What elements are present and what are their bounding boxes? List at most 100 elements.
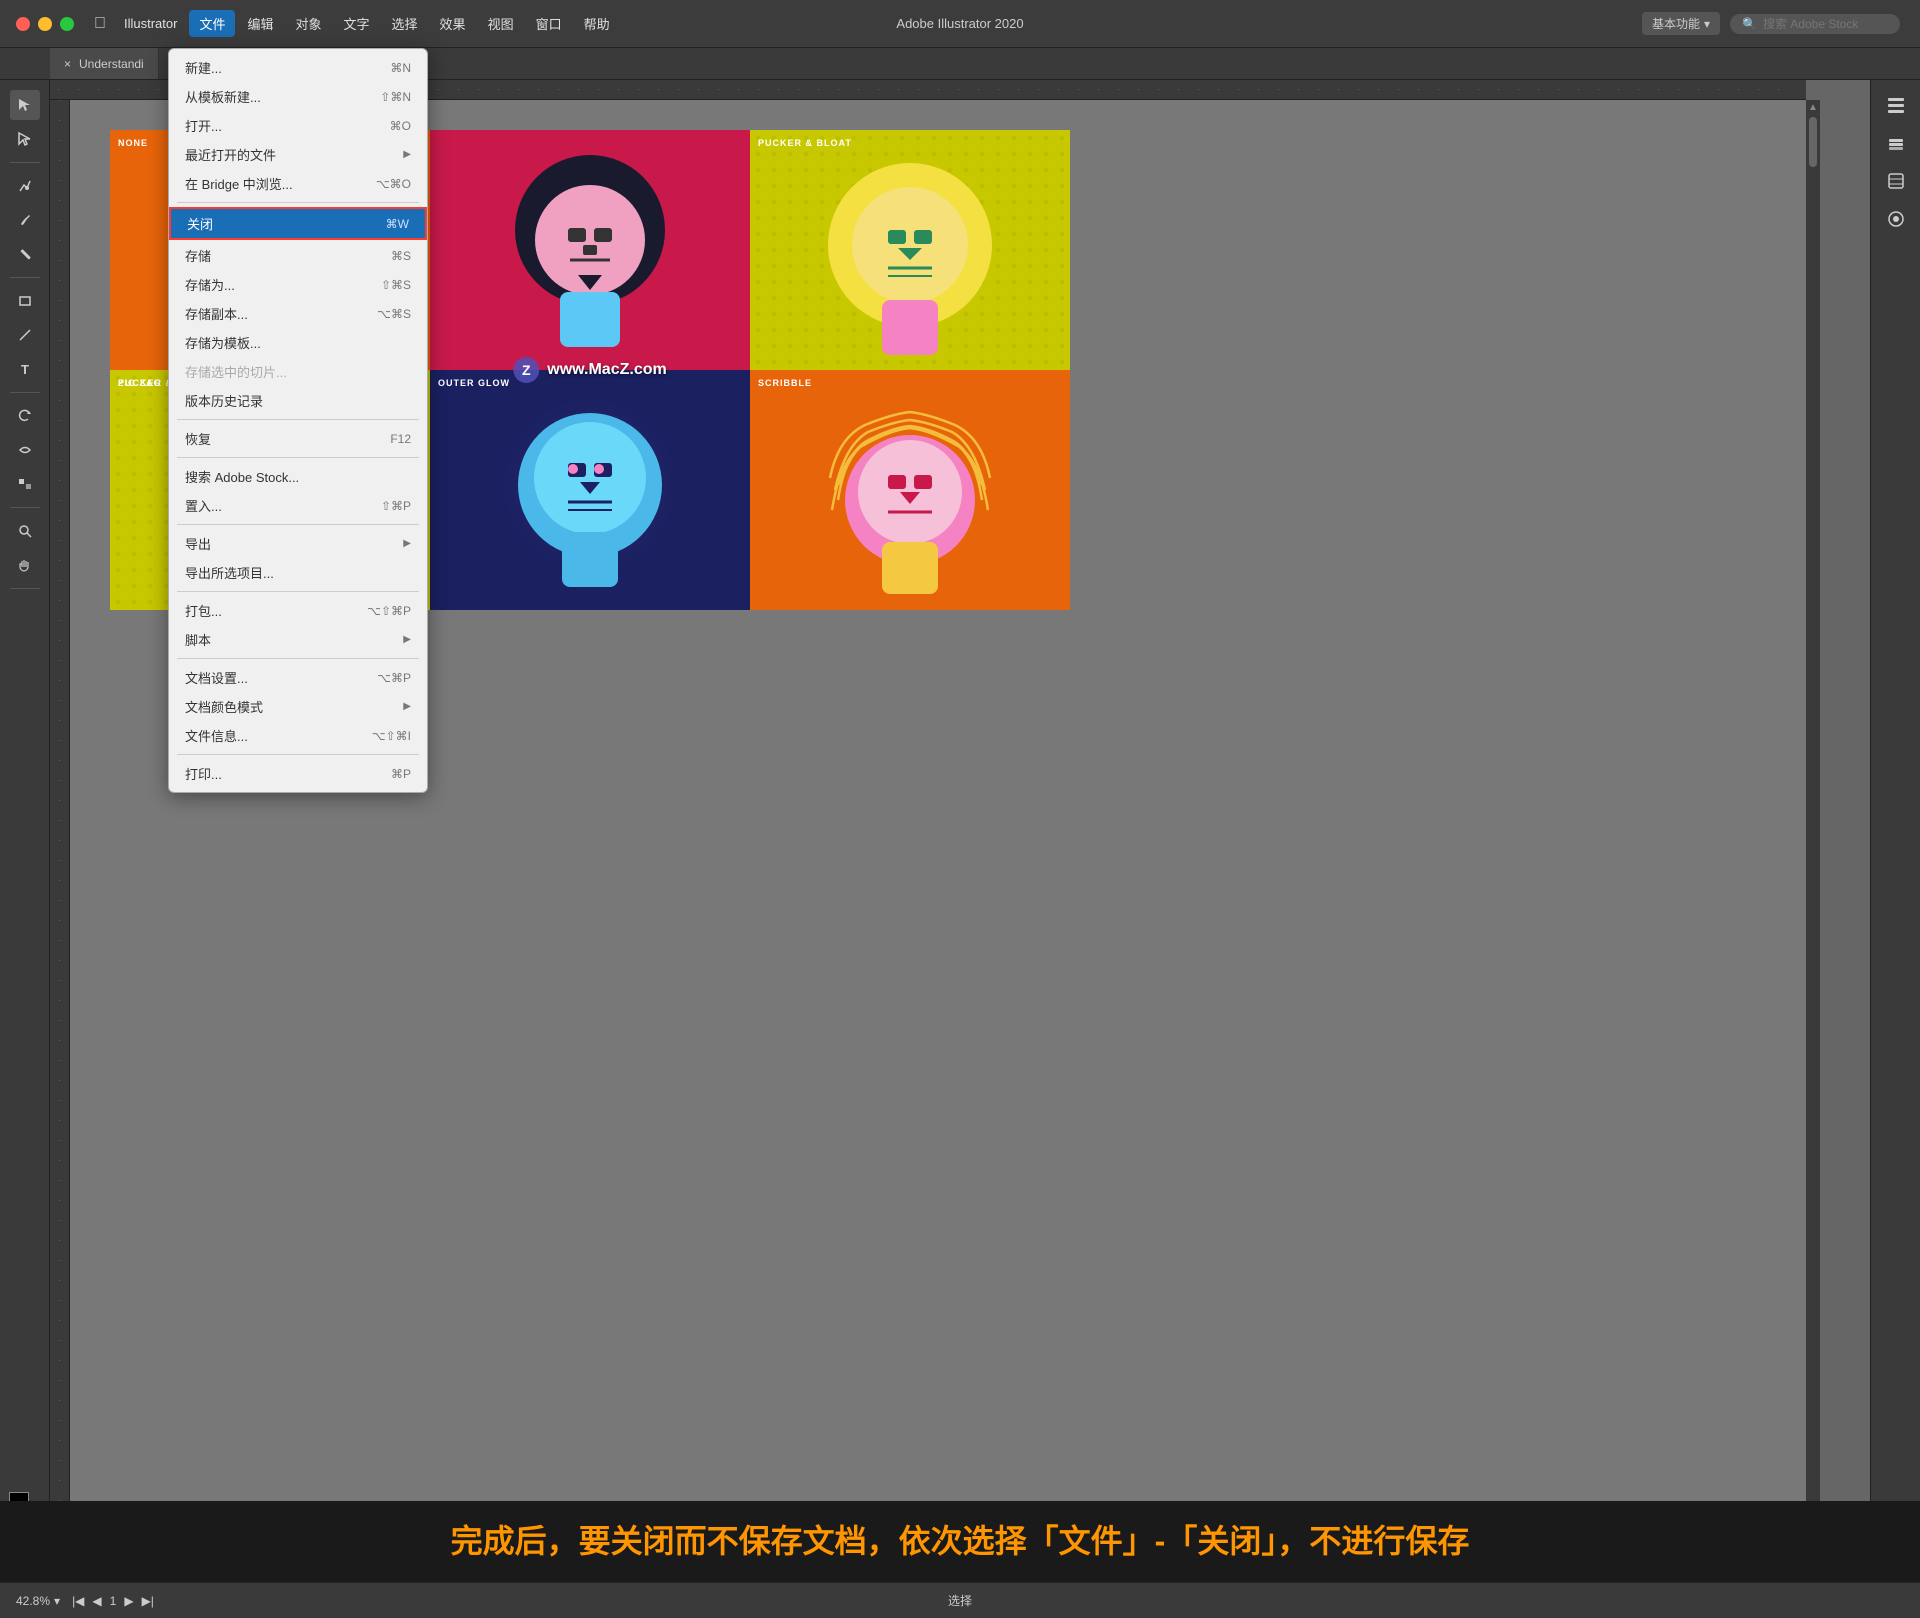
zoom-dropdown-icon[interactable]: ▾ bbox=[54, 1594, 60, 1608]
menu-file-info[interactable]: 文件信息... ⌥⇧⌘I bbox=[169, 721, 427, 750]
search-input[interactable] bbox=[1763, 17, 1883, 31]
separator-1 bbox=[177, 202, 419, 203]
warp-tool[interactable] bbox=[10, 435, 40, 465]
separator-3 bbox=[177, 457, 419, 458]
nav-prev-icon[interactable]: ◀ bbox=[92, 1594, 101, 1608]
menu-illustrator[interactable]: Illustrator bbox=[114, 12, 187, 35]
separator-6 bbox=[177, 658, 419, 659]
menu-effect[interactable]: 效果 bbox=[430, 10, 476, 37]
hand-tool[interactable] bbox=[10, 550, 40, 580]
menu-export-selected[interactable]: 导出所选项目... bbox=[169, 558, 427, 587]
menu-new-shortcut: ⌘N bbox=[390, 61, 411, 75]
menu-save-copy-shortcut: ⌥⌘S bbox=[377, 307, 411, 321]
search-icon: 🔍 bbox=[1742, 17, 1757, 31]
line-tool[interactable] bbox=[10, 320, 40, 350]
direct-select-tool[interactable] bbox=[10, 124, 40, 154]
menu-close[interactable]: 关闭 ⌘W bbox=[169, 207, 427, 240]
title-bar:  Illustrator 文件 编辑 对象 文字 选择 效果 视图 窗口 帮助… bbox=[0, 0, 1920, 48]
menu-version-history[interactable]: 版本历史记录 bbox=[169, 386, 427, 415]
menu-search-stock[interactable]: 搜索 Adobe Stock... bbox=[169, 462, 427, 491]
blend-tool[interactable] bbox=[10, 469, 40, 499]
menu-edit[interactable]: 编辑 bbox=[237, 10, 283, 37]
menu-save-template[interactable]: 存储为模板... bbox=[169, 328, 427, 357]
menu-place[interactable]: 置入... ⇧⌘P bbox=[169, 491, 427, 520]
workspace-selector[interactable]: 基本功能 ▾ bbox=[1642, 12, 1720, 35]
file-menu-dropdown[interactable]: 新建... ⌘N 从模板新建... ⇧⌘N 打开... ⌘O 最近打开的文件 在… bbox=[168, 48, 428, 793]
rect-tool[interactable] bbox=[10, 286, 40, 316]
left-toolbar: T ••• bbox=[0, 80, 50, 1582]
nav-last-icon[interactable]: ▶| bbox=[142, 1594, 154, 1608]
pen-tool[interactable] bbox=[10, 171, 40, 201]
cell-scribble: SCRIBBLE bbox=[750, 370, 1070, 610]
cell-pucker-bloat-1: PUCKER & BLOAT bbox=[750, 130, 1070, 370]
svg-text:T: T bbox=[21, 362, 29, 377]
scrollbar-vertical[interactable]: ▲ ▼ bbox=[1806, 100, 1820, 1582]
scroll-thumb-vertical[interactable] bbox=[1809, 117, 1817, 167]
menu-revert[interactable]: 恢复 F12 bbox=[169, 424, 427, 453]
menu-help[interactable]: 帮助 bbox=[574, 10, 620, 37]
menu-view[interactable]: 视图 bbox=[478, 10, 524, 37]
menu-save-copy[interactable]: 存储副本... ⌥⌘S bbox=[169, 299, 427, 328]
lion-illustration-2 bbox=[750, 130, 1070, 370]
maximize-button[interactable] bbox=[60, 17, 74, 31]
close-button[interactable] bbox=[16, 17, 30, 31]
apple-icon:  bbox=[94, 15, 106, 33]
menu-save[interactable]: 存储 ⌘S bbox=[169, 241, 427, 270]
menu-file[interactable]: 文件 bbox=[189, 10, 235, 37]
tool-separator-3 bbox=[10, 392, 40, 393]
menu-bridge-shortcut: ⌥⌘O bbox=[376, 177, 411, 191]
document-tab[interactable]: × Understandi bbox=[50, 48, 159, 79]
appearance-panel-icon[interactable] bbox=[1881, 204, 1911, 234]
menu-new[interactable]: 新建... ⌘N bbox=[169, 53, 427, 82]
menu-file-info-shortcut: ⌥⇧⌘I bbox=[372, 729, 411, 743]
minimize-button[interactable] bbox=[38, 17, 52, 31]
zoom-tool[interactable] bbox=[10, 516, 40, 546]
menu-text[interactable]: 文字 bbox=[334, 10, 380, 37]
menu-package[interactable]: 打包... ⌥⇧⌘P bbox=[169, 596, 427, 625]
ruler-marks-left bbox=[59, 100, 60, 1582]
menu-close-label: 关闭 bbox=[187, 214, 213, 233]
pencil-tool[interactable] bbox=[10, 239, 40, 269]
brush-tool[interactable] bbox=[10, 205, 40, 235]
menu-select[interactable]: 选择 bbox=[382, 10, 428, 37]
nav-first-icon[interactable]: |◀ bbox=[72, 1594, 84, 1608]
properties-panel-icon[interactable] bbox=[1881, 90, 1911, 120]
menu-export-label: 导出 bbox=[185, 534, 211, 553]
menu-place-shortcut: ⇧⌘P bbox=[381, 499, 411, 513]
menu-print[interactable]: 打印... ⌘P bbox=[169, 759, 427, 788]
menu-save-as-shortcut: ⇧⌘S bbox=[381, 278, 411, 292]
rotate-tool[interactable] bbox=[10, 401, 40, 431]
search-bar[interactable]: 🔍 bbox=[1730, 14, 1900, 34]
menu-file-info-label: 文件信息... bbox=[185, 726, 248, 745]
menu-doc-color-label: 文档颜色模式 bbox=[185, 697, 263, 716]
menu-recent[interactable]: 最近打开的文件 bbox=[169, 140, 427, 169]
menu-export-selected-label: 导出所选项目... bbox=[185, 563, 274, 582]
menu-open[interactable]: 打开... ⌘O bbox=[169, 111, 427, 140]
cell-outer-glow: OUTER GLOW bbox=[430, 370, 750, 610]
menu-new-template[interactable]: 从模板新建... ⇧⌘N bbox=[169, 82, 427, 111]
separator-5 bbox=[177, 591, 419, 592]
instruction-text: 完成后，要关闭而不保存文档，依次选择「文件」-「关闭」，不进行保存 bbox=[451, 1519, 1470, 1564]
type-tool[interactable]: T bbox=[10, 354, 40, 384]
zoom-control[interactable]: 42.8% ▾ bbox=[16, 1594, 60, 1608]
menu-export[interactable]: 导出 bbox=[169, 529, 427, 558]
tab-close-icon[interactable]: × bbox=[64, 57, 71, 71]
menu-scripts[interactable]: 脚本 bbox=[169, 625, 427, 654]
menu-package-shortcut: ⌥⇧⌘P bbox=[367, 604, 411, 618]
menu-open-shortcut: ⌘O bbox=[390, 119, 411, 133]
select-tool[interactable] bbox=[10, 90, 40, 120]
tool-separator-2 bbox=[10, 277, 40, 278]
scroll-up-arrow[interactable]: ▲ bbox=[1808, 102, 1818, 113]
menu-bridge[interactable]: 在 Bridge 中浏览... ⌥⌘O bbox=[169, 169, 427, 198]
nav-next-icon[interactable]: ▶ bbox=[124, 1594, 133, 1608]
tool-separator-4 bbox=[10, 507, 40, 508]
menu-doc-color[interactable]: 文档颜色模式 bbox=[169, 692, 427, 721]
menu-window[interactable]: 窗口 bbox=[526, 10, 572, 37]
menu-place-label: 置入... bbox=[185, 496, 222, 515]
libraries-panel-icon[interactable] bbox=[1881, 166, 1911, 196]
menu-save-as[interactable]: 存储为... ⇧⌘S bbox=[169, 270, 427, 299]
layers-panel-icon[interactable] bbox=[1881, 128, 1911, 158]
menu-doc-setup[interactable]: 文档设置... ⌥⌘P bbox=[169, 663, 427, 692]
menu-new-template-label: 从模板新建... bbox=[185, 87, 261, 106]
menu-object[interactable]: 对象 bbox=[286, 10, 332, 37]
